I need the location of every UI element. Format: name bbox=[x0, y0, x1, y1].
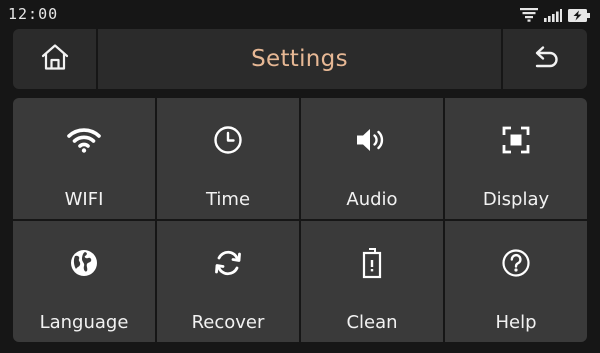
tile-label: Help bbox=[495, 312, 537, 333]
tile-clean[interactable]: Clean bbox=[301, 221, 443, 342]
tile-audio[interactable]: Audio bbox=[301, 98, 443, 219]
tile-label: Time bbox=[205, 189, 251, 210]
tile-recover[interactable]: Recover bbox=[157, 221, 299, 342]
wifi-icon bbox=[13, 124, 155, 156]
header-bar: Settings bbox=[13, 29, 587, 89]
tile-help[interactable]: Help bbox=[445, 221, 587, 342]
tile-label: WIFI bbox=[64, 189, 104, 210]
wifi-icon bbox=[520, 8, 538, 22]
battery-charging-icon bbox=[568, 8, 590, 22]
trash-icon bbox=[301, 247, 443, 279]
refresh-icon bbox=[157, 247, 299, 279]
speaker-icon bbox=[301, 124, 443, 156]
tile-wifi[interactable]: WIFI bbox=[13, 98, 155, 219]
tile-label: Display bbox=[482, 189, 550, 210]
tile-display[interactable]: Display bbox=[445, 98, 587, 219]
home-button[interactable] bbox=[13, 29, 96, 89]
status-bar: 12:00 bbox=[0, 0, 600, 28]
tile-label: Language bbox=[39, 312, 129, 333]
status-icons bbox=[520, 7, 590, 23]
settings-grid: WIFI Time Audio Display Language Recover… bbox=[13, 98, 587, 342]
clock-icon bbox=[157, 124, 299, 156]
page-title: Settings bbox=[251, 46, 348, 72]
home-icon bbox=[40, 43, 70, 75]
signal-icon bbox=[544, 8, 562, 22]
globe-icon bbox=[13, 247, 155, 279]
status-time: 12:00 bbox=[8, 5, 59, 23]
help-icon bbox=[445, 247, 587, 279]
display-focus-icon bbox=[445, 124, 587, 156]
back-arrow-icon bbox=[531, 44, 559, 74]
tile-label: Audio bbox=[346, 189, 398, 210]
back-button[interactable] bbox=[503, 29, 587, 89]
tile-label: Recover bbox=[191, 312, 265, 333]
tile-time[interactable]: Time bbox=[157, 98, 299, 219]
tile-language[interactable]: Language bbox=[13, 221, 155, 342]
tile-label: Clean bbox=[346, 312, 398, 333]
